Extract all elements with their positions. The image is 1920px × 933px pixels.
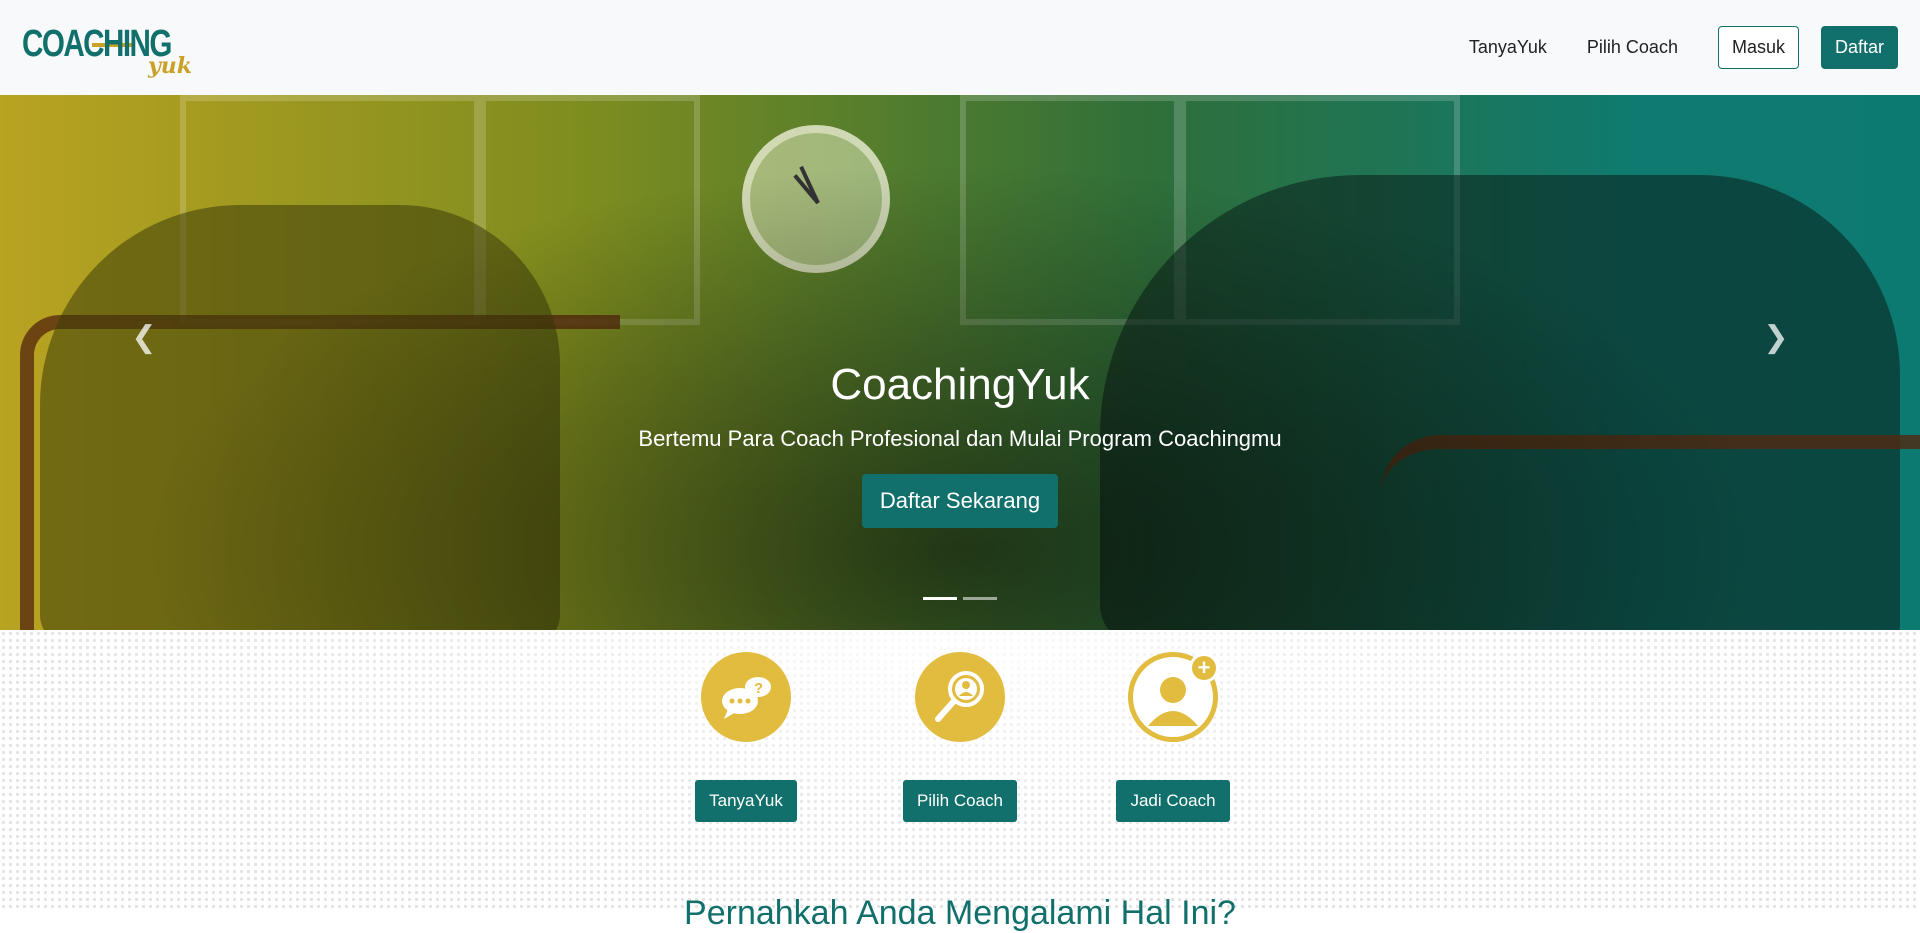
logo-subtext: yuk [148, 52, 193, 79]
hero-subtitle: Bertemu Para Coach Profesional dan Mulai… [638, 426, 1282, 451]
nav-menu: TanyaYuk Pilih Coach Masuk Daftar [1469, 26, 1898, 69]
carousel-indicator-1[interactable] [923, 597, 957, 600]
svg-text:?: ? [754, 680, 763, 697]
tanyayuk-button[interactable]: TanyaYuk [695, 780, 797, 822]
feature-tanyayuk: ? TanyaYuk [681, 652, 811, 822]
section-heading: Pernahkah Anda Mengalami Hal Ini? [684, 894, 1236, 932]
chat-question-icon[interactable]: ? [701, 652, 791, 742]
features-section: ? TanyaYuk Pilih Coach + Jadi Coach [0, 630, 1920, 912]
user-add-icon[interactable]: + [1128, 652, 1219, 742]
login-button[interactable]: Masuk [1717, 26, 1799, 69]
navbar: COACHING yuk TanyaYuk Pilih Coach Masuk … [0, 0, 1920, 95]
hero-caption: CoachingYuk Bertemu Para Coach Profesion… [0, 95, 1920, 630]
register-now-button[interactable]: Daftar Sekarang [861, 474, 1059, 528]
plus-icon: + [1189, 653, 1219, 683]
carousel-indicators [923, 597, 997, 600]
nav-link-tanyayuk[interactable]: TanyaYuk [1469, 37, 1547, 58]
jadi-coach-button[interactable]: Jadi Coach [1116, 780, 1230, 822]
nav-link-pilih-coach[interactable]: Pilih Coach [1587, 37, 1678, 58]
feature-pilih-coach: Pilih Coach [895, 652, 1025, 822]
logo[interactable]: COACHING yuk [22, 13, 192, 83]
hero-title: CoachingYuk [830, 360, 1090, 409]
pilih-coach-button[interactable]: Pilih Coach [903, 780, 1017, 822]
register-button[interactable]: Daftar [1820, 26, 1898, 69]
feature-jadi-coach: + Jadi Coach [1108, 652, 1238, 822]
carousel-indicator-2[interactable] [963, 597, 997, 600]
search-person-icon[interactable] [915, 652, 1005, 742]
